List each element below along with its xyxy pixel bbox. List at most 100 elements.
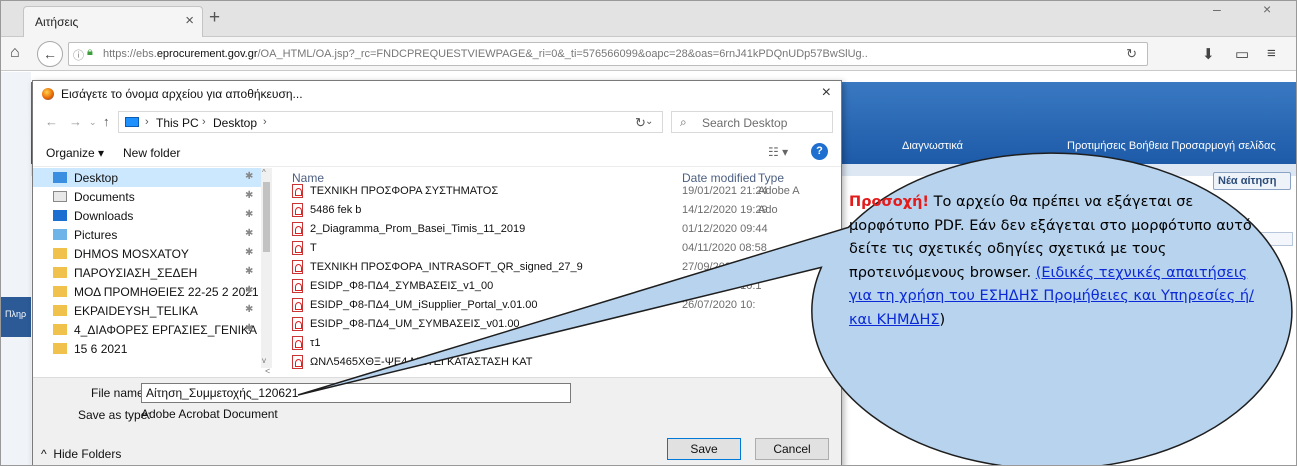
pin-icon[interactable]: ✱ [245, 190, 253, 201]
file-name-input[interactable]: Αίτηση_Συμμετοχής_120621 [141, 383, 571, 403]
organize-button[interactable]: Organize ▾ [46, 146, 104, 160]
refresh-icon[interactable]: ↻ [635, 115, 646, 131]
menu-icon[interactable]: ≡ [1267, 45, 1276, 62]
new-tab-icon[interactable]: + [209, 7, 220, 29]
file-name: ESIDP_Φ8-ΠΔ4_UM_iSupplier_Portal_v.01.00 [310, 299, 538, 311]
help-icon[interactable]: ? [811, 143, 828, 160]
nav-item[interactable]: EKPAIDEYSH_TELIKA ✱ [33, 301, 261, 320]
cancel-button[interactable]: Cancel [755, 438, 829, 460]
folder-icon [53, 343, 67, 354]
save-form: File name: Αίτηση_Συμμετοχής_120621 Save… [33, 377, 841, 427]
file-name-label: File name: [91, 386, 148, 400]
search-box[interactable]: ⌕ Search Desktop [671, 111, 833, 133]
back-arrow-icon[interactable]: ← [45, 114, 58, 129]
hide-folders-label: Hide Folders [53, 447, 122, 461]
view-options-icon[interactable]: ☷ ▾ [768, 145, 788, 159]
pin-icon[interactable]: ✱ [245, 266, 253, 277]
folder-icon [53, 305, 67, 316]
new-request-button[interactable]: Νέα αίτηση [1213, 172, 1291, 190]
pdf-file-icon [292, 260, 303, 274]
pin-icon[interactable]: ✱ [245, 323, 253, 334]
file-date: 14/12/2020 19:29 [682, 204, 768, 216]
file-name: ΩΝΛ5465ΧΘΞ-ΨΕ4 ΜΕΤΕΓΚΑΤΑΣΤΑΣΗ ΚΑΤ [310, 356, 533, 368]
reload-icon[interactable]: ↻ [1126, 46, 1137, 62]
pdf-file-icon [292, 203, 303, 217]
nav-item-label: ΜΟΔ ΠΡΟΜΗΘΕΙΕΣ 22-25 2 2021 [74, 285, 259, 299]
pin-icon[interactable]: ✱ [245, 228, 253, 239]
url-bar[interactable]: ⓘ 🔒︎ https://ebs.eprocurement.gov.gr/OA_… [68, 42, 1148, 66]
pin-icon[interactable]: ✱ [245, 209, 253, 220]
nav-item[interactable]: 4_ΔΙΑΦΟΡΕΣ ΕΡΓΑΣΙΕΣ_ΓΕΝΙΚΑ ✱ [33, 320, 261, 339]
up-arrow-icon[interactable]: ↑ [103, 114, 110, 129]
nav-item-label: Desktop [74, 171, 119, 185]
nav-item[interactable]: Pictures ✱ [33, 225, 261, 244]
folder-icon [53, 286, 67, 297]
page-menu-right[interactable]: Προτιμήσεις Βοήθεια Προσαρμογή σελίδας [1067, 140, 1276, 152]
nav-item[interactable]: Downloads ✱ [33, 206, 261, 225]
file-row[interactable]: ΩΝΛ5465ΧΘΞ-ΨΕ4 ΜΕΤΕΓΚΑΤΑΣΤΑΣΗ ΚΑΤ [278, 353, 838, 375]
pin-icon[interactable]: ✱ [245, 285, 253, 296]
save-as-type-select[interactable]: Adobe Acrobat Document [141, 406, 571, 424]
file-type: Adobe A [758, 185, 800, 197]
nav-item[interactable]: ΠΑΡΟΥΣΙΑΣΗ_ΣΕΔΕΗ ✱ [33, 263, 261, 282]
callout-text: Προσοχή! Το αρχείο θα πρέπει να εξάγεται… [849, 191, 1269, 332]
file-name: T [310, 242, 317, 254]
scroll-up-icon[interactable]: ^ [262, 168, 266, 177]
pdf-file-icon [292, 355, 303, 369]
nav-item[interactable]: Documents ✱ [33, 187, 261, 206]
nav-item[interactable]: ΜΟΔ ΠΡΟΜΗΘΕΙΕΣ 22-25 2 2021 ✱ [33, 282, 261, 301]
nav-item-label: Documents [74, 190, 135, 204]
breadcrumb-this-pc[interactable]: This PC [156, 116, 199, 130]
pdf-file-icon [292, 317, 303, 331]
save-button[interactable]: Save [667, 438, 741, 460]
screen: Αιτήσεις × + – × ⌂ ← ⓘ 🔒︎ https://ebs.ep… [0, 0, 1297, 466]
scroll-thumb[interactable] [263, 182, 270, 252]
folder-icon [53, 324, 67, 335]
breadcrumb-dropdown-icon[interactable]: ⌄ [645, 116, 653, 127]
recent-dropdown-icon[interactable]: ⌄ [89, 117, 97, 128]
close-tab-icon[interactable]: × [185, 12, 194, 29]
sidebar-icon[interactable]: ▭ [1235, 45, 1249, 63]
info-icon[interactable]: ⓘ [73, 47, 84, 63]
nav-scrollbar[interactable]: ^ v [261, 168, 272, 368]
nav-item-label: Pictures [74, 228, 118, 242]
search-icon: ⌕ [680, 115, 687, 129]
scroll-down-icon[interactable]: v [262, 356, 266, 365]
file-name: ΤΕΧΝΙΚΗ ΠΡΟΣΦΟΡΑ ΣΥΣΤΗΜΑΤΟΣ [310, 185, 499, 197]
pin-icon[interactable]: ✱ [245, 247, 253, 258]
home-icon[interactable]: ⌂ [10, 44, 20, 62]
file-name: τ1 [310, 337, 321, 349]
pin-icon[interactable]: ✱ [245, 304, 253, 315]
file-type: Ado [758, 204, 778, 216]
back-icon[interactable]: ← [37, 41, 63, 67]
download-icon[interactable]: ⬇ [1202, 45, 1215, 63]
nav-item[interactable]: DHMOS MOSXATOY ✱ [33, 244, 261, 263]
window-close-icon[interactable]: × [1263, 1, 1271, 17]
firefox-icon [42, 88, 54, 100]
downloads-icon [53, 210, 67, 221]
nav-item[interactable]: Desktop ✱ [33, 168, 261, 187]
pin-icon[interactable]: ✱ [245, 171, 253, 182]
pdf-file-icon [292, 241, 303, 255]
nav-item-label: Downloads [74, 209, 134, 223]
new-folder-button[interactable]: New folder [123, 146, 180, 160]
file-list: Name Date modified Type ΤΕΧΝΙΚΗ ΠΡΟΣΦΟΡΑ… [278, 168, 838, 369]
minimize-icon[interactable]: – [1213, 1, 1221, 17]
documents-icon [53, 191, 67, 202]
file-date: 04/11/2020 08:58 [682, 242, 767, 254]
breadcrumb-desktop[interactable]: Desktop [213, 116, 257, 130]
page-menu-diagnostics[interactable]: Διαγνωστικά [902, 140, 963, 152]
hide-folders-toggle[interactable]: ^ Hide Folders [41, 447, 121, 461]
nav-item[interactable]: 15 6 2021 [33, 339, 261, 358]
browser-tab-bar: Αιτήσεις × + – × [1, 1, 1296, 37]
pc-icon [125, 117, 139, 127]
forward-arrow-icon[interactable]: → [69, 114, 82, 129]
dialog-footer: ^ Hide Folders Save Cancel [33, 427, 841, 465]
scroll-left-icon[interactable]: < [265, 366, 270, 376]
page-left-band: Πληρ [1, 297, 31, 337]
pdf-file-icon [292, 184, 303, 198]
breadcrumb[interactable]: › This PC › Desktop › ⌄ [118, 111, 663, 133]
browser-nav-bar: ⌂ ← ⓘ 🔒︎ https://ebs.eprocurement.gov.gr… [1, 37, 1296, 71]
browser-tab[interactable]: Αιτήσεις × [23, 6, 203, 37]
dialog-close-icon[interactable]: × [822, 84, 831, 102]
